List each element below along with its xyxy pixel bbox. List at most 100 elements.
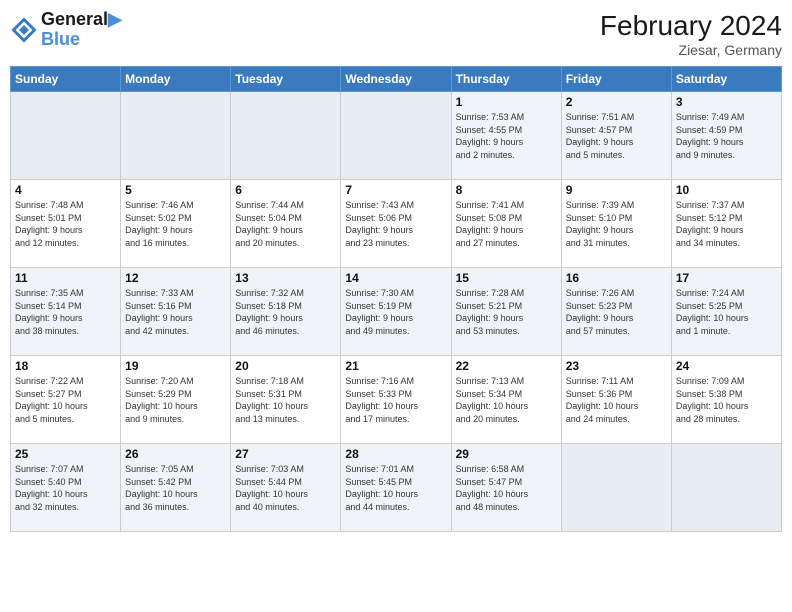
day-number: 4 bbox=[15, 183, 116, 197]
day-number: 16 bbox=[566, 271, 667, 285]
day-info: Sunrise: 7:44 AM Sunset: 5:04 PM Dayligh… bbox=[235, 199, 336, 249]
day-info: Sunrise: 7:33 AM Sunset: 5:16 PM Dayligh… bbox=[125, 287, 226, 337]
calendar-cell: 5Sunrise: 7:46 AM Sunset: 5:02 PM Daylig… bbox=[121, 180, 231, 268]
page: General▶ Blue February 2024 Ziesar, Germ… bbox=[0, 0, 792, 612]
location-subtitle: Ziesar, Germany bbox=[600, 42, 782, 58]
day-number: 18 bbox=[15, 359, 116, 373]
col-wednesday: Wednesday bbox=[341, 67, 451, 92]
day-info: Sunrise: 7:16 AM Sunset: 5:33 PM Dayligh… bbox=[345, 375, 446, 425]
calendar-cell: 12 Sunrise: 7:33 AM Sunset: 5:16 PM Dayli… bbox=[121, 268, 231, 356]
day-number: 23 bbox=[566, 359, 667, 373]
calendar-week-row: 18 Sunrise: 7:22 AM Sunset: 5:27 PM Dayli… bbox=[11, 356, 782, 444]
col-friday: Friday bbox=[561, 67, 671, 92]
day-info: Sunrise: 7:51 AM Sunset: 4:57 PM Dayligh… bbox=[566, 111, 667, 161]
logo: General▶ Blue bbox=[10, 10, 122, 50]
calendar-week-row: 1 Sunrise: 7:53 AM Sunset: 4:55 PM Daylig… bbox=[11, 92, 782, 180]
calendar-cell: 16 Sunrise: 7:26 AM Sunset: 5:23 PM Dayli… bbox=[561, 268, 671, 356]
day-info: Sunrise: 7:26 AM Sunset: 5:23 PM Dayligh… bbox=[566, 287, 667, 337]
calendar-cell: 28 Sunrise: 7:01 AM Sunset: 5:45 PM Dayli… bbox=[341, 444, 451, 532]
day-info: Sunrise: 7:35 AM Sunset: 5:14 PM Dayligh… bbox=[15, 287, 116, 337]
calendar-cell: 17Sunrise: 7:24 AM Sunset: 5:25 PM Dayli… bbox=[671, 268, 781, 356]
calendar-cell: 29 Sunrise: 6:58 AM Sunset: 5:47 PM Dayli… bbox=[451, 444, 561, 532]
month-year-title: February 2024 bbox=[600, 10, 782, 42]
calendar-cell: 24Sunrise: 7:09 AM Sunset: 5:38 PM Dayli… bbox=[671, 356, 781, 444]
day-number: 11 bbox=[15, 271, 116, 285]
day-number: 1 bbox=[456, 95, 557, 109]
calendar-cell bbox=[231, 92, 341, 180]
calendar-cell: 20 Sunrise: 7:18 AM Sunset: 5:31 PM Dayli… bbox=[231, 356, 341, 444]
day-info: Sunrise: 7:01 AM Sunset: 5:45 PM Dayligh… bbox=[345, 463, 446, 513]
calendar-cell: 2 Sunrise: 7:51 AM Sunset: 4:57 PM Daylig… bbox=[561, 92, 671, 180]
day-number: 12 bbox=[125, 271, 226, 285]
day-info: Sunrise: 7:18 AM Sunset: 5:31 PM Dayligh… bbox=[235, 375, 336, 425]
day-number: 19 bbox=[125, 359, 226, 373]
col-tuesday: Tuesday bbox=[231, 67, 341, 92]
day-number: 5 bbox=[125, 183, 226, 197]
day-number: 29 bbox=[456, 447, 557, 461]
logo-text: General▶ Blue bbox=[41, 10, 122, 50]
day-number: 27 bbox=[235, 447, 336, 461]
day-number: 3 bbox=[676, 95, 777, 109]
header: General▶ Blue February 2024 Ziesar, Germ… bbox=[10, 10, 782, 58]
calendar-cell: 26 Sunrise: 7:05 AM Sunset: 5:42 PM Dayli… bbox=[121, 444, 231, 532]
day-number: 24 bbox=[676, 359, 777, 373]
day-info: Sunrise: 6:58 AM Sunset: 5:47 PM Dayligh… bbox=[456, 463, 557, 513]
calendar-table: Sunday Monday Tuesday Wednesday Thursday… bbox=[10, 66, 782, 532]
col-monday: Monday bbox=[121, 67, 231, 92]
day-number: 15 bbox=[456, 271, 557, 285]
day-number: 25 bbox=[15, 447, 116, 461]
day-info: Sunrise: 7:28 AM Sunset: 5:21 PM Dayligh… bbox=[456, 287, 557, 337]
calendar-cell: 6Sunrise: 7:44 AM Sunset: 5:04 PM Daylig… bbox=[231, 180, 341, 268]
day-info: Sunrise: 7:39 AM Sunset: 5:10 PM Dayligh… bbox=[566, 199, 667, 249]
day-info: Sunrise: 7:22 AM Sunset: 5:27 PM Dayligh… bbox=[15, 375, 116, 425]
day-info: Sunrise: 7:41 AM Sunset: 5:08 PM Dayligh… bbox=[456, 199, 557, 249]
calendar-cell: 11 Sunrise: 7:35 AM Sunset: 5:14 PM Dayli… bbox=[11, 268, 121, 356]
calendar-week-row: 25 Sunrise: 7:07 AM Sunset: 5:40 PM Dayli… bbox=[11, 444, 782, 532]
calendar-week-row: 4 Sunrise: 7:48 AM Sunset: 5:01 PM Daylig… bbox=[11, 180, 782, 268]
calendar-cell: 3 Sunrise: 7:49 AM Sunset: 4:59 PM Daylig… bbox=[671, 92, 781, 180]
day-info: Sunrise: 7:53 AM Sunset: 4:55 PM Dayligh… bbox=[456, 111, 557, 161]
day-number: 2 bbox=[566, 95, 667, 109]
calendar-cell: 7Sunrise: 7:43 AM Sunset: 5:06 PM Daylig… bbox=[341, 180, 451, 268]
calendar-cell: 1 Sunrise: 7:53 AM Sunset: 4:55 PM Daylig… bbox=[451, 92, 561, 180]
title-block: February 2024 Ziesar, Germany bbox=[600, 10, 782, 58]
calendar-cell: 27Sunrise: 7:03 AM Sunset: 5:44 PM Dayli… bbox=[231, 444, 341, 532]
col-sunday: Sunday bbox=[11, 67, 121, 92]
calendar-cell: 14 Sunrise: 7:30 AM Sunset: 5:19 PM Dayli… bbox=[341, 268, 451, 356]
day-info: Sunrise: 7:48 AM Sunset: 5:01 PM Dayligh… bbox=[15, 199, 116, 249]
calendar-cell: 23 Sunrise: 7:11 AM Sunset: 5:36 PM Dayli… bbox=[561, 356, 671, 444]
day-info: Sunrise: 7:05 AM Sunset: 5:42 PM Dayligh… bbox=[125, 463, 226, 513]
calendar-cell: 13Sunrise: 7:32 AM Sunset: 5:18 PM Dayli… bbox=[231, 268, 341, 356]
calendar-cell bbox=[341, 92, 451, 180]
calendar-cell: 8 Sunrise: 7:41 AM Sunset: 5:08 PM Daylig… bbox=[451, 180, 561, 268]
calendar-cell: 19 Sunrise: 7:20 AM Sunset: 5:29 PM Dayli… bbox=[121, 356, 231, 444]
calendar-cell: 15 Sunrise: 7:28 AM Sunset: 5:21 PM Dayli… bbox=[451, 268, 561, 356]
calendar-cell bbox=[11, 92, 121, 180]
day-number: 22 bbox=[456, 359, 557, 373]
calendar-cell bbox=[671, 444, 781, 532]
calendar-header-row: Sunday Monday Tuesday Wednesday Thursday… bbox=[11, 67, 782, 92]
day-number: 8 bbox=[456, 183, 557, 197]
day-info: Sunrise: 7:20 AM Sunset: 5:29 PM Dayligh… bbox=[125, 375, 226, 425]
day-info: Sunrise: 7:49 AM Sunset: 4:59 PM Dayligh… bbox=[676, 111, 777, 161]
day-number: 28 bbox=[345, 447, 446, 461]
calendar-week-row: 11 Sunrise: 7:35 AM Sunset: 5:14 PM Dayli… bbox=[11, 268, 782, 356]
calendar-cell: 21 Sunrise: 7:16 AM Sunset: 5:33 PM Dayli… bbox=[341, 356, 451, 444]
day-number: 14 bbox=[345, 271, 446, 285]
calendar-cell bbox=[121, 92, 231, 180]
day-number: 7 bbox=[345, 183, 446, 197]
day-number: 21 bbox=[345, 359, 446, 373]
calendar-cell: 25 Sunrise: 7:07 AM Sunset: 5:40 PM Dayli… bbox=[11, 444, 121, 532]
day-info: Sunrise: 7:11 AM Sunset: 5:36 PM Dayligh… bbox=[566, 375, 667, 425]
day-info: Sunrise: 7:24 AM Sunset: 5:25 PM Dayligh… bbox=[676, 287, 777, 337]
calendar-cell: 9Sunrise: 7:39 AM Sunset: 5:10 PM Daylig… bbox=[561, 180, 671, 268]
day-info: Sunrise: 7:30 AM Sunset: 5:19 PM Dayligh… bbox=[345, 287, 446, 337]
calendar-cell: 10Sunrise: 7:37 AM Sunset: 5:12 PM Dayli… bbox=[671, 180, 781, 268]
calendar-cell: 22 Sunrise: 7:13 AM Sunset: 5:34 PM Dayli… bbox=[451, 356, 561, 444]
day-info: Sunrise: 7:32 AM Sunset: 5:18 PM Dayligh… bbox=[235, 287, 336, 337]
day-number: 20 bbox=[235, 359, 336, 373]
day-info: Sunrise: 7:07 AM Sunset: 5:40 PM Dayligh… bbox=[15, 463, 116, 513]
day-info: Sunrise: 7:13 AM Sunset: 5:34 PM Dayligh… bbox=[456, 375, 557, 425]
day-number: 26 bbox=[125, 447, 226, 461]
col-thursday: Thursday bbox=[451, 67, 561, 92]
